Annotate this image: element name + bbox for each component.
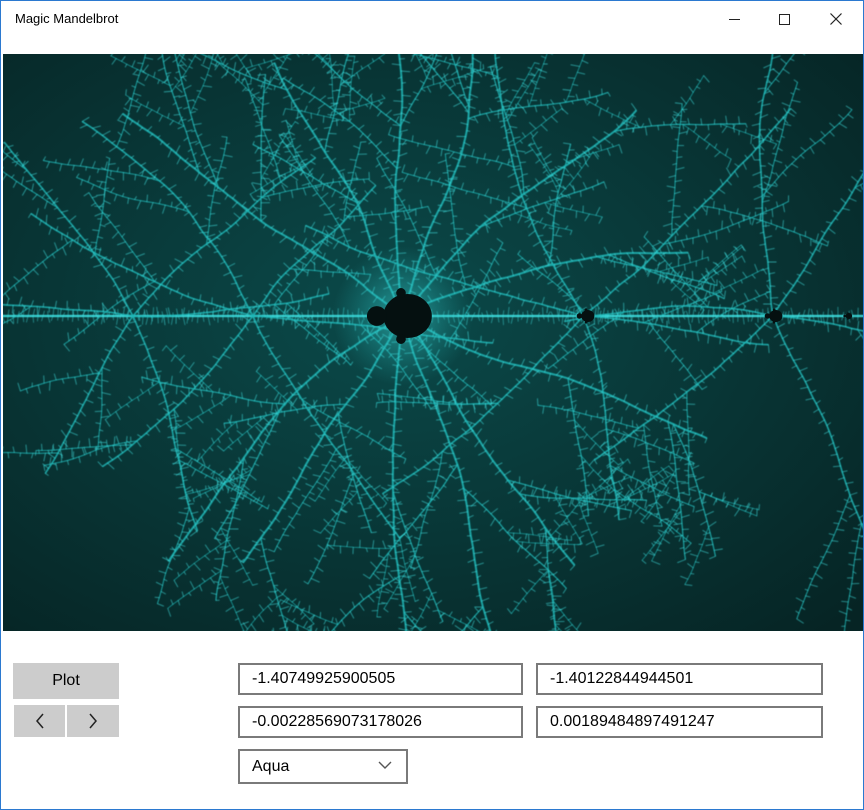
y-max-input[interactable]: 0.00189484897491247 — [536, 706, 823, 738]
chevron-left-icon — [35, 713, 44, 729]
window-title: Magic Mandelbrot — [15, 11, 119, 26]
app-window: Magic Mandelbrot Plot -1.40749925900505 … — [0, 0, 864, 810]
fractal-image — [3, 54, 863, 631]
previous-button[interactable] — [14, 705, 65, 737]
minimize-icon — [728, 18, 740, 20]
close-button[interactable] — [813, 1, 859, 37]
plot-button[interactable]: Plot — [13, 663, 119, 699]
palette-select[interactable]: Aqua — [238, 749, 408, 784]
x-min-input[interactable]: -1.40749925900505 — [238, 663, 523, 695]
chevron-down-icon — [378, 761, 392, 769]
next-button[interactable] — [67, 705, 119, 737]
maximize-button[interactable] — [761, 1, 807, 37]
plot-button-label: Plot — [52, 672, 80, 689]
maximize-icon — [778, 13, 790, 25]
close-icon — [830, 13, 842, 25]
x-max-input[interactable]: -1.40122844944501 — [536, 663, 823, 695]
palette-selected-value: Aqua — [252, 758, 290, 775]
minimize-button[interactable] — [711, 1, 757, 37]
mandelbrot-canvas[interactable] — [3, 54, 863, 631]
chevron-right-icon — [89, 713, 97, 729]
y-min-input[interactable]: -0.00228569073178026 — [238, 706, 523, 738]
title-bar[interactable]: Magic Mandelbrot — [1, 1, 863, 37]
